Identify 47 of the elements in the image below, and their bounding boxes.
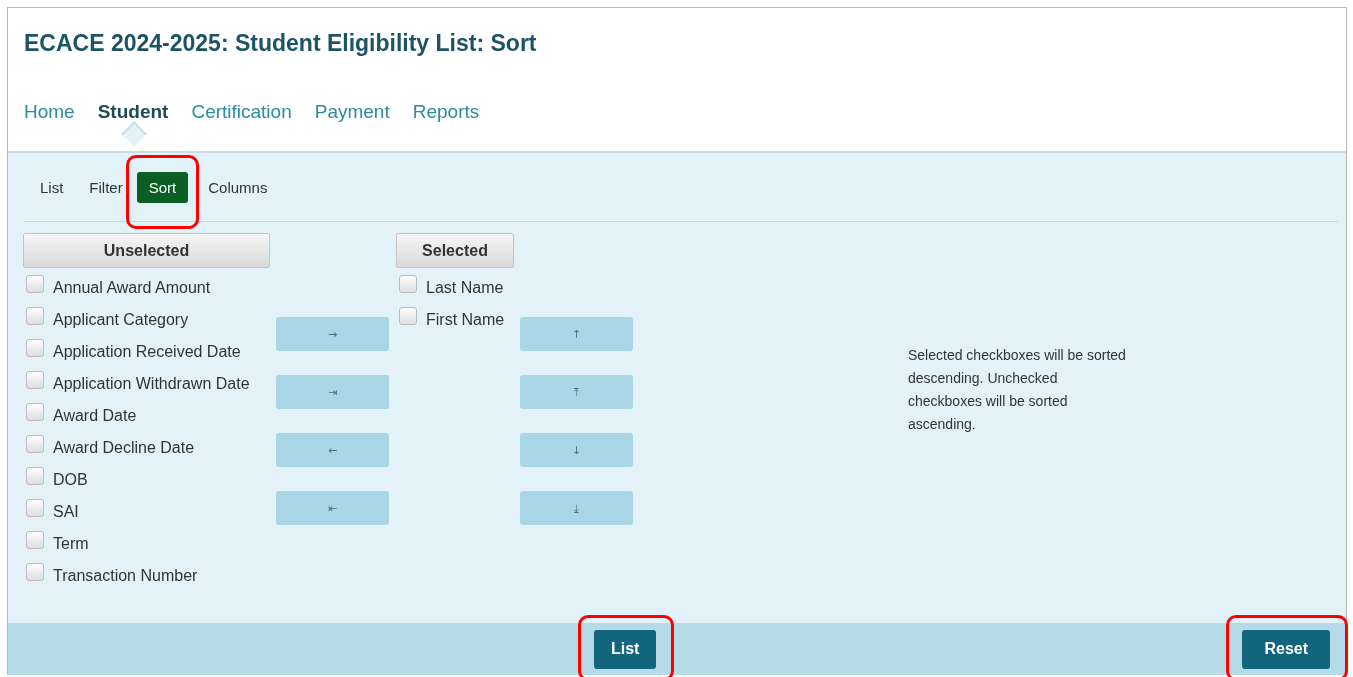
page-title: ECACE 2024-2025: Student Eligibility List: Sort (24, 30, 538, 57)
field-label: Award Decline Date (53, 439, 195, 457)
field-label: First Name (426, 311, 505, 329)
nav-tab[interactable]: Home (24, 101, 75, 122)
sort-note: Selected checkboxes will be sorted descending. Unchecked checkboxes will be sorted ascending. (908, 346, 1127, 434)
move-button[interactable]: ⇥ (276, 375, 389, 409)
nav-tab[interactable]: Student (97, 101, 169, 122)
order-button[interactable]: ⤒ (520, 375, 633, 409)
checkbox[interactable] (26, 403, 44, 421)
reset-button[interactable]: Reset (1242, 629, 1330, 669)
column-header[interactable]: Selected (396, 233, 514, 268)
sub-tab[interactable]: List (28, 171, 76, 203)
move-button[interactable]: ⇤ (276, 491, 389, 525)
checkbox[interactable] (399, 275, 417, 293)
order-button[interactable]: ↑ (520, 317, 633, 351)
field-label: Term (53, 535, 89, 553)
field-label: Transaction Number (53, 567, 198, 585)
field-label: Application Received Date (53, 343, 241, 361)
order-button[interactable]: ↓ (520, 433, 633, 467)
field-label: SAI (53, 503, 79, 521)
sub-tab[interactable]: Columns (196, 171, 280, 203)
column-header[interactable]: Unselected (23, 233, 270, 268)
sub-tab[interactable]: Sort (136, 171, 189, 203)
order-button[interactable]: ⤓ (520, 491, 633, 525)
nav-tab[interactable]: Reports (412, 101, 480, 122)
checkbox[interactable] (26, 531, 44, 549)
field-label: Award Date (53, 407, 137, 425)
checkbox[interactable] (26, 371, 44, 389)
field-label: Application Withdrawn Date (53, 375, 250, 393)
field-label: Applicant Category (53, 311, 189, 329)
checkbox[interactable] (399, 307, 417, 325)
nav-tab[interactable]: Payment (314, 101, 390, 122)
field-label: DOB (53, 471, 88, 489)
checkbox[interactable] (26, 307, 44, 325)
move-button[interactable]: ← (276, 433, 389, 467)
nav-tab[interactable]: Certification (191, 101, 292, 122)
checkbox[interactable] (26, 563, 44, 581)
field-label: Last Name (426, 279, 504, 297)
field-label: Annual Award Amount (53, 279, 211, 297)
sub-tab[interactable]: Filter (77, 171, 135, 203)
list-button[interactable]: List (594, 629, 657, 669)
checkbox[interactable] (26, 339, 44, 357)
checkbox[interactable] (26, 499, 44, 517)
checkbox[interactable] (26, 467, 44, 485)
move-button[interactable]: → (276, 317, 389, 351)
checkbox[interactable] (26, 435, 44, 453)
checkbox[interactable] (26, 275, 44, 293)
